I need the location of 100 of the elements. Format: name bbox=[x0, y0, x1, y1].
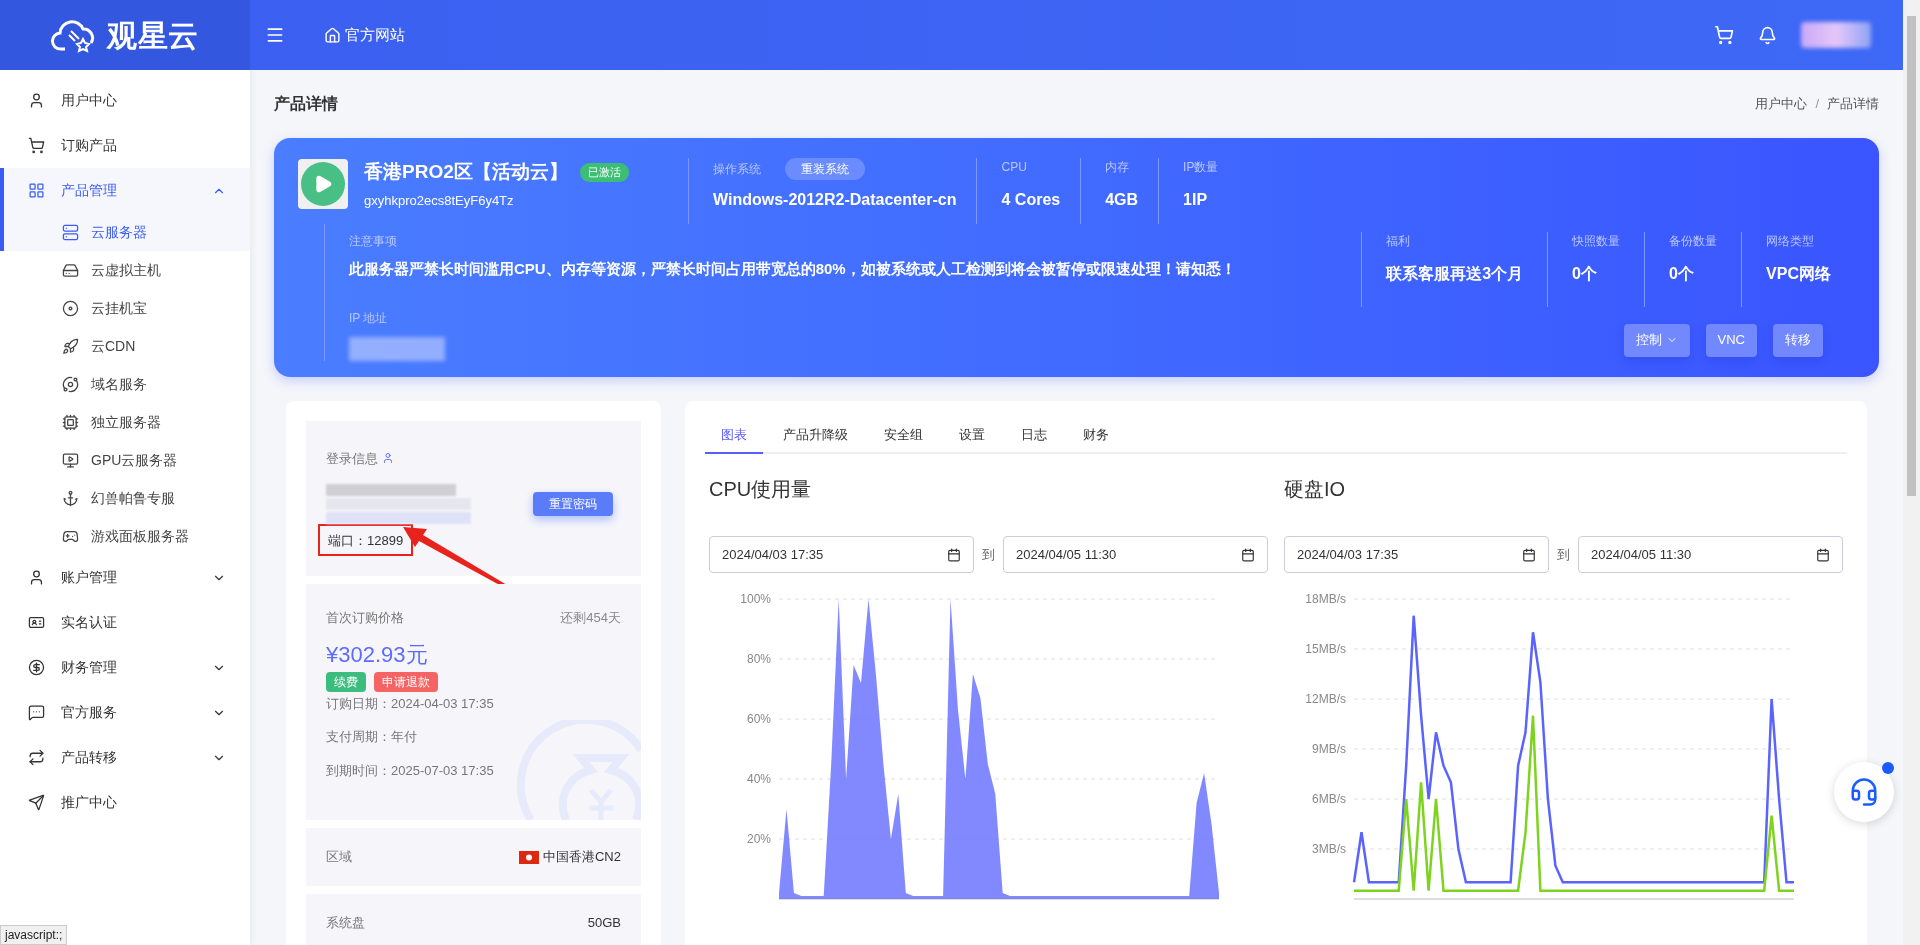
repeat-icon bbox=[28, 749, 45, 766]
sidebar-item[interactable]: 订购产品 bbox=[0, 123, 250, 168]
bell-button[interactable] bbox=[1758, 25, 1777, 45]
info-label: 系统盘 bbox=[326, 914, 365, 933]
y-tick: 80% bbox=[746, 652, 1220, 666]
field-label: IP 地址 bbox=[349, 310, 388, 325]
date-field[interactable]: 2024/04/03 17:35 bbox=[1284, 536, 1549, 573]
headset-icon bbox=[1849, 777, 1879, 807]
sidebar-subitem[interactable]: 域名服务 bbox=[0, 365, 250, 403]
sidebar-item[interactable]: 推广中心 bbox=[0, 780, 250, 825]
sidebar-item[interactable]: 产品转移 bbox=[0, 735, 250, 780]
field-label: 注意事项 bbox=[349, 233, 398, 250]
nav-link[interactable]: 官方网站 bbox=[345, 23, 405, 47]
product-name: 香港PRO2区【活动云】 bbox=[364, 160, 568, 184]
status-badge: 已激活 bbox=[579, 163, 629, 182]
sidebar-subitem[interactable]: 游戏面板服务器 bbox=[0, 517, 250, 555]
tab[interactable]: 设置 bbox=[943, 420, 1001, 454]
home-icon bbox=[324, 26, 341, 44]
y-tick: 100% bbox=[740, 592, 1220, 606]
sidebar-subitem[interactable]: 云虚拟主机 bbox=[0, 251, 250, 289]
date-field[interactable]: 2024/04/05 11:30 bbox=[1578, 536, 1843, 573]
dollar-icon bbox=[28, 659, 45, 676]
y-tick: 12MB/s bbox=[1305, 692, 1795, 706]
calendar-icon[interactable] bbox=[1816, 547, 1830, 562]
menu-button[interactable] bbox=[265, 25, 285, 45]
tab[interactable]: 日志 bbox=[1005, 420, 1063, 454]
grid-icon bbox=[28, 182, 45, 199]
y-tick: 6MB/s bbox=[1312, 792, 1795, 806]
field-value: 4GB bbox=[1105, 190, 1139, 210]
calendar-icon[interactable] bbox=[1241, 547, 1255, 562]
y-tick-label: 12MB/s bbox=[1305, 692, 1346, 706]
field-label: CPU bbox=[1001, 159, 1028, 176]
chart-title: 硬盘IO bbox=[1284, 477, 1347, 502]
sidebar-subitem[interactable]: 独立服务器 bbox=[0, 403, 250, 441]
y-tick: 15MB/s bbox=[1305, 642, 1795, 656]
billing-row-text: 订购日期：2024-04-03 17:35 bbox=[326, 694, 495, 713]
sidebar-subitem[interactable]: 云服务器 bbox=[0, 213, 250, 251]
field-label: 备份数量 bbox=[1669, 233, 1718, 250]
info-label: 区域 bbox=[326, 848, 352, 867]
field-label: IP数量 bbox=[1183, 159, 1219, 176]
user-icon bbox=[28, 569, 45, 586]
sidebar-subitem[interactable]: GPU云服务器 bbox=[0, 441, 250, 479]
anchor-icon bbox=[62, 489, 79, 507]
id-card-icon bbox=[28, 614, 45, 631]
field-label: 快照数量 bbox=[1572, 233, 1621, 250]
chip-icon bbox=[62, 413, 79, 431]
tab[interactable]: 财务 bbox=[1067, 420, 1125, 454]
send-icon bbox=[28, 794, 45, 811]
sidebar-subitem[interactable]: 云挂机宝 bbox=[0, 289, 250, 327]
server-status-icon bbox=[298, 159, 348, 209]
breadcrumb-item[interactable]: 用户中心 bbox=[1755, 94, 1808, 114]
sidebar-item[interactable]: 账户管理 bbox=[0, 555, 250, 600]
sidebar-item[interactable]: 官方服务 bbox=[0, 690, 250, 735]
y-tick: 3MB/s bbox=[1312, 842, 1795, 856]
scrollbar[interactable] bbox=[1903, 0, 1920, 945]
range-separator: 到 bbox=[982, 545, 995, 564]
y-tick-label: 3MB/s bbox=[1311, 842, 1346, 856]
remaining-days: 还剩454天 bbox=[560, 608, 621, 628]
tab[interactable]: 图表 bbox=[705, 420, 763, 454]
section-title: 首次订购价格 bbox=[326, 609, 404, 627]
support-button[interactable] bbox=[1834, 762, 1894, 822]
logo-text: 观星云 bbox=[106, 17, 200, 54]
calendar-icon[interactable] bbox=[947, 547, 961, 562]
section-title: 登录信息 bbox=[326, 449, 378, 468]
range-separator: 到 bbox=[1557, 545, 1570, 564]
y-tick-label: 15MB/s bbox=[1305, 642, 1346, 656]
info-value: 50GB bbox=[587, 914, 621, 933]
sidebar-item[interactable]: 用户中心 bbox=[0, 78, 250, 123]
sidebar-item[interactable]: 财务管理 bbox=[0, 645, 250, 690]
field-value: 联系客服再送3个月 bbox=[1386, 264, 1524, 284]
cart-button[interactable] bbox=[1714, 25, 1734, 45]
page-title: 产品详情 bbox=[274, 94, 338, 114]
field-value: 0个 bbox=[1669, 264, 1695, 284]
field-label: 福利 bbox=[1386, 233, 1412, 250]
cart-icon bbox=[28, 137, 45, 154]
sidebar-item[interactable]: 产品管理 bbox=[0, 168, 250, 213]
y-tick-label: 9MB/s bbox=[1311, 742, 1346, 756]
field-label: 网络类型 bbox=[1766, 233, 1816, 250]
y-tick-label: 40% bbox=[746, 772, 772, 786]
tab[interactable]: 产品升降级 bbox=[767, 420, 864, 454]
server-icon bbox=[62, 223, 79, 241]
y-tick: 18MB/s bbox=[1305, 592, 1795, 606]
billing-row-text: 到期时间：2025-07-03 17:35 bbox=[326, 761, 495, 780]
tab[interactable]: 安全组 bbox=[868, 420, 939, 454]
y-tick-label: 100% bbox=[740, 592, 772, 606]
date-field[interactable]: 2024/04/03 17:35 bbox=[709, 536, 974, 573]
reset-password-button[interactable]: 重置密码 bbox=[533, 492, 613, 516]
planet-icon bbox=[62, 375, 79, 393]
date-field[interactable]: 2024/04/05 11:30 bbox=[1003, 536, 1268, 573]
sidebar-item[interactable]: 实名认证 bbox=[0, 600, 250, 645]
field-value: 0个 bbox=[1572, 264, 1598, 284]
billing-row-text: 支付周期：年付 bbox=[326, 728, 418, 746]
calendar-icon[interactable] bbox=[1522, 547, 1536, 562]
field-value: VPC网络 bbox=[1766, 264, 1831, 284]
price-text: ¥302.93元 bbox=[326, 643, 429, 666]
sidebar-subitem[interactable]: 幻兽帕鲁专服 bbox=[0, 479, 250, 517]
y-tick-label: 6MB/s bbox=[1311, 792, 1346, 806]
sidebar-subitem[interactable]: 云CDN bbox=[0, 327, 250, 365]
y-tick-label: 20% bbox=[746, 832, 772, 846]
disc-icon bbox=[62, 299, 79, 317]
